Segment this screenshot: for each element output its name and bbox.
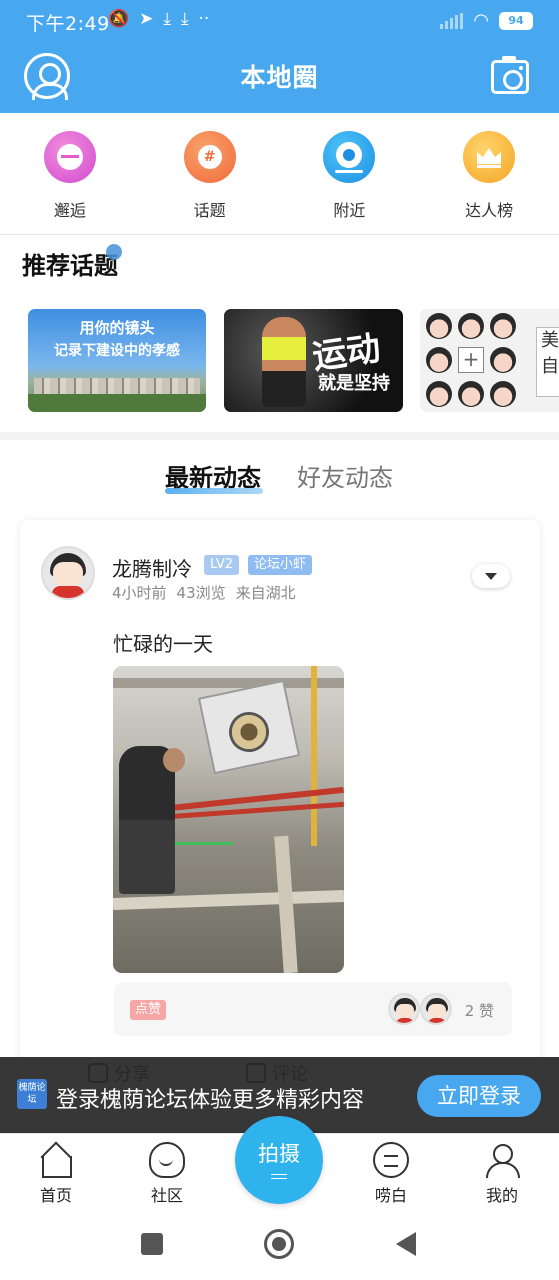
tab-friends[interactable]: 好友动态 [297, 458, 393, 493]
page-title: 本地圈 [240, 63, 319, 92]
back-icon[interactable] [396, 1232, 416, 1256]
feed-tabs: 最新动态 好友动态 [0, 458, 559, 498]
like-tag: 点赞 [130, 1000, 167, 1020]
entry-label: 达人榜 [465, 201, 514, 220]
banner-text: 美 自 [536, 327, 559, 397]
level-badge: LV2 [204, 555, 239, 575]
post-text: 忙碌的一天 [113, 632, 213, 656]
telegram-icon: ➤ [139, 9, 154, 29]
entry-label: 附近 [333, 201, 366, 220]
system-nav-bar [0, 1213, 559, 1280]
status-bar: 下午2:49 🔕 ➤ ⤓ ⤓ ·· ◠ 94 [0, 0, 559, 42]
banner-text: 就是坚持 [318, 373, 390, 394]
entry-label: 话题 [193, 201, 226, 220]
post-location: 来自湖北 [235, 584, 296, 602]
camera-button[interactable] [491, 56, 529, 94]
avatar[interactable] [420, 993, 452, 1025]
user-icon [484, 1142, 520, 1178]
quick-entries: 邂逅 # 话题 附近 达人榜 [0, 113, 559, 235]
nav-me[interactable]: 我的 [462, 1142, 542, 1206]
topic-banner[interactable]: 运动 就是坚持 [224, 309, 403, 412]
topic-banner-carousel[interactable]: 用你的镜头 记录下建设中的孝感 运动 就是坚持 + 美 自 [28, 309, 559, 412]
nav-label: 社区 [150, 1186, 183, 1205]
signal-icon [440, 12, 464, 29]
login-button[interactable]: 立即登录 [417, 1075, 541, 1117]
topic-banner[interactable]: + 美 自 [420, 309, 559, 412]
more-dots-icon: ·· [198, 9, 210, 29]
post-image[interactable] [113, 666, 344, 973]
battery-icon: 94 [499, 11, 533, 30]
status-right: ◠ 94 [440, 10, 533, 31]
section-title-recommended: 推荐话题 [22, 252, 118, 280]
post-time: 4小时前 [112, 584, 167, 602]
menu-lines-icon [271, 1174, 287, 1179]
entry-topics[interactable]: # 话题 [140, 113, 280, 235]
plus-icon: + [458, 347, 484, 373]
entry-nearby[interactable]: 附近 [280, 113, 420, 235]
hashtag-icon: # [183, 131, 236, 183]
tab-indicator [165, 488, 263, 494]
entry-leaderboard[interactable]: 达人榜 [419, 113, 559, 235]
nav-community[interactable]: 社区 [127, 1142, 207, 1206]
section-separator [0, 432, 559, 440]
forum-logo: 槐荫论坛 [17, 1079, 47, 1109]
status-time: 下午2:49 [26, 13, 110, 35]
notification-icons: 🔕 ➤ ⤓ ⤓ ·· [108, 9, 209, 29]
avatar[interactable] [388, 993, 420, 1025]
nav-home[interactable]: 首页 [16, 1142, 96, 1206]
banner-text: 记录下建设中的孝感 [54, 343, 180, 359]
nav-label: 唠白 [374, 1186, 407, 1205]
heart-pulse-icon [43, 131, 96, 183]
role-badge: 论坛小虾 [248, 555, 313, 575]
floating-dot [106, 244, 122, 260]
author-name[interactable]: 龙腾制冷 [112, 553, 192, 582]
entry-encounter[interactable]: 邂逅 [0, 113, 140, 235]
avatar[interactable] [41, 546, 95, 600]
chat-icon [373, 1142, 409, 1178]
wifi-icon: ◠ [473, 10, 489, 31]
chevron-down-icon[interactable] [472, 564, 510, 588]
community-icon [149, 1142, 185, 1178]
shoot-label: 拍摄 [258, 1142, 300, 1166]
nav-chat[interactable]: 唠白 [351, 1142, 431, 1206]
home-icon [38, 1142, 74, 1178]
mute-icon: 🔕 [108, 9, 130, 29]
download-icon: ⤓ [163, 9, 171, 29]
top-bar: 下午2:49 🔕 ➤ ⤓ ⤓ ·· ◠ 94 本地圈 [0, 0, 559, 113]
post-views: 43浏览 [176, 584, 226, 602]
recents-icon[interactable] [141, 1233, 163, 1255]
banner-text: 用你的镜头 [79, 319, 155, 337]
nav-label: 我的 [485, 1186, 518, 1205]
nav-label: 首页 [39, 1186, 72, 1205]
login-prompt: 登录槐荫论坛体验更多精彩内容 [56, 1088, 365, 1113]
like-count: 2 赞 [464, 1002, 494, 1020]
post-meta: 4小时前 43浏览 来自湖北 [112, 582, 296, 603]
home-circle-icon[interactable] [264, 1229, 294, 1259]
post-card[interactable]: 龙腾制冷 LV2 论坛小虾 4小时前 43浏览 来自湖北 忙碌的一天 点赞 2 … [20, 520, 540, 1080]
entry-label: 邂逅 [53, 201, 86, 220]
divider [0, 234, 559, 235]
crown-icon [463, 131, 516, 183]
topic-banner[interactable]: 用你的镜头 记录下建设中的孝感 [28, 309, 206, 412]
location-pin-icon [323, 131, 376, 183]
shoot-button[interactable]: 拍摄 [235, 1116, 323, 1204]
like-summary: 点赞 2 赞 [114, 982, 512, 1036]
download-icon: ⤓ [180, 9, 189, 29]
